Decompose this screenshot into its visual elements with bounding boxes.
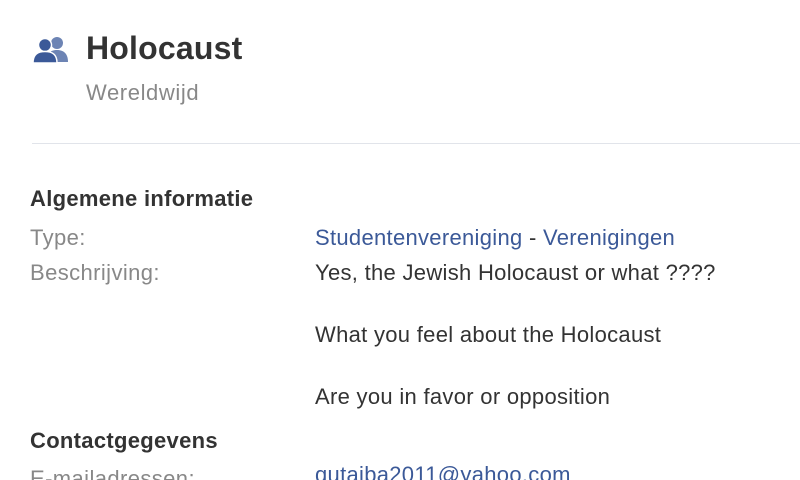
description-line-2: What you feel about the Holocaust (315, 322, 662, 347)
group-title: Holocaust (86, 30, 243, 66)
email-link[interactable]: qutaiba2011@yahoo.com (315, 462, 571, 480)
type-value: Studentenvereniging - Verenigingen (315, 225, 675, 251)
group-info-page: Holocaust Wereldwijd Algemene informatie… (0, 0, 800, 480)
header-divider (32, 143, 800, 144)
description-line-3: Are you in favor or opposition (315, 384, 611, 409)
group-scope: Wereldwijd (86, 80, 200, 105)
email-value: qutaiba2011@yahoo.com (315, 462, 571, 480)
general-info-heading: Algemene informatie (30, 186, 254, 211)
description-label: Beschrijving: (30, 260, 160, 285)
description-line-1: Yes, the Jewish Holocaust or what ???? (315, 260, 716, 285)
type-label: Type: (30, 225, 86, 250)
group-icon (32, 36, 72, 64)
type-link-verenigingen[interactable]: Verenigingen (543, 225, 675, 250)
type-separator: - (528, 225, 537, 250)
type-link-studentenvereniging[interactable]: Studentenvereniging (315, 225, 523, 250)
contact-heading: Contactgegevens (30, 428, 218, 453)
email-label: E-mailadressen: (30, 466, 195, 480)
